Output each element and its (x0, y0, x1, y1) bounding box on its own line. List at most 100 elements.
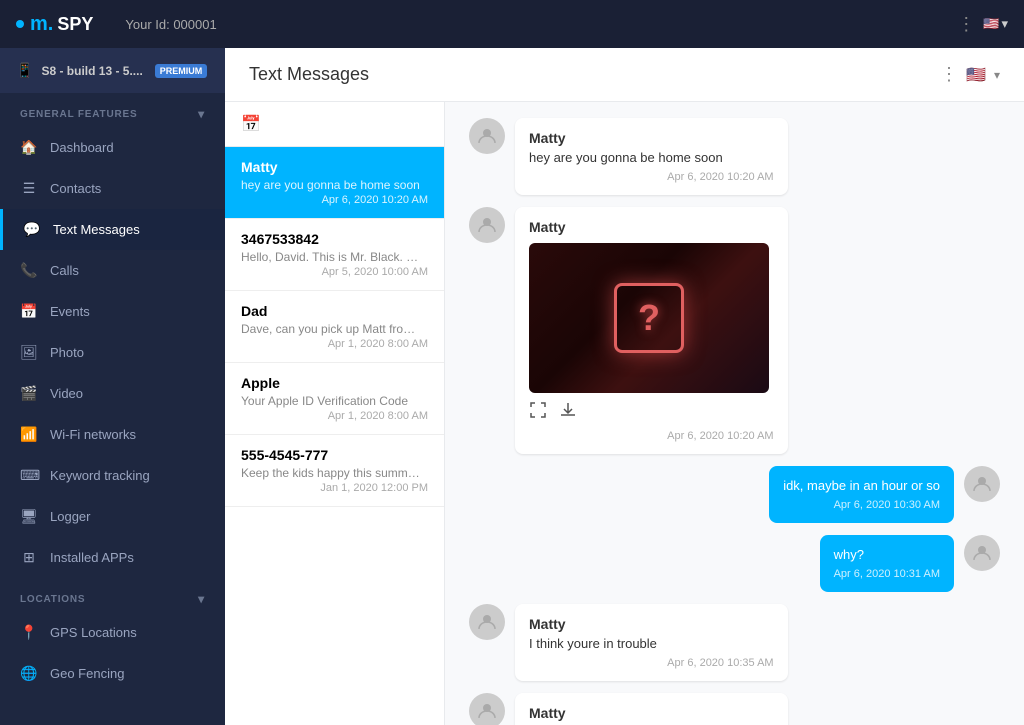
bubble-text: hey are you gonna be home soon (529, 150, 774, 165)
general-section-chevron[interactable]: ▾ (198, 107, 205, 121)
user-id: Your Id: 000001 (125, 17, 216, 32)
bubble-received: Matty hey are you gonna be home soon Apr… (515, 118, 788, 195)
conv-time: Apr 5, 2020 10:00 AM (241, 266, 428, 278)
chat-view: Matty hey are you gonna be home soon Apr… (445, 102, 1024, 725)
general-section-header: GENERAL FEATURES ▾ (0, 93, 225, 127)
sidebar-item-label: Calls (50, 263, 79, 278)
conv-time: Apr 1, 2020 8:00 AM (241, 410, 428, 422)
sidebar-item-video[interactable]: 🎬 Video (0, 373, 225, 414)
sidebar-item-label: Contacts (50, 181, 101, 196)
logo-spy: SPY (57, 14, 93, 35)
sidebar-item-calls[interactable]: 📞 Calls (0, 250, 225, 291)
sidebar-item-label: Video (50, 386, 83, 401)
conv-preview: Your Apple ID Verification Code (241, 394, 421, 408)
expand-image-button[interactable] (529, 401, 547, 424)
bubble-text: idk, maybe in an hour or so (783, 478, 940, 493)
sidebar-item-label: Geo Fencing (50, 666, 124, 681)
conv-name: 555-4545-777 (241, 447, 428, 463)
bubble-sender: Matty (529, 130, 774, 146)
conv-time: Apr 1, 2020 8:00 AM (241, 338, 428, 350)
locations-section-label: LOCATIONS (20, 594, 85, 605)
conv-name: 3467533842 (241, 231, 428, 247)
language-button[interactable]: 🇺🇸 ▾ (983, 16, 1008, 32)
message-2: Matty ? (469, 207, 788, 454)
main-layout: 📱 S8 - build 13 - 5.... PREMIUM GENERAL … (0, 48, 1024, 725)
content-area: Text Messages ⋮ 🇺🇸 ▾ 📅 Matty hey are you… (225, 48, 1024, 725)
sidebar-item-logger[interactable]: 🖥 Logger (0, 496, 225, 537)
sidebar-item-keyword[interactable]: ⌨ Keyword tracking (0, 455, 225, 496)
conv-item-matty[interactable]: Matty hey are you gonna be home soon Apr… (225, 147, 444, 219)
page-options-button[interactable]: ⋮ (940, 64, 958, 85)
sidebar-item-contacts[interactable]: ☰ Contacts (0, 168, 225, 209)
bubble-received: Matty I think youre in trouble Apr 6, 20… (515, 604, 788, 681)
question-mark-icon: ? (638, 297, 660, 339)
avatar (469, 693, 505, 725)
sidebar: 📱 S8 - build 13 - 5.... PREMIUM GENERAL … (0, 48, 225, 725)
messages-layout: 📅 Matty hey are you gonna be home soon A… (225, 102, 1024, 725)
image-actions (529, 401, 774, 424)
bubble-time: Apr 6, 2020 10:30 AM (783, 499, 940, 511)
contacts-icon: ☰ (20, 180, 38, 197)
bubble-time: Apr 6, 2020 10:20 AM (529, 171, 774, 183)
conv-time: Apr 6, 2020 10:20 AM (241, 194, 428, 206)
sidebar-item-label: Installed APPs (50, 550, 134, 565)
video-icon: 🎬 (20, 385, 38, 402)
logo: m. SPY (16, 13, 93, 36)
bubble-time: Apr 6, 2020 10:20 AM (529, 430, 774, 442)
sidebar-item-label: Text Messages (53, 222, 140, 237)
top-header: m. SPY Your Id: 000001 ⋮ 🇺🇸 ▾ (0, 0, 1024, 48)
logger-icon: 🖥 (20, 508, 38, 525)
sidebar-item-label: Photo (50, 345, 84, 360)
chevron-down-icon-header: ▾ (994, 68, 1000, 82)
keyword-icon: ⌨ (20, 467, 38, 484)
header-actions: ⋮ 🇺🇸 ▾ (957, 14, 1008, 35)
bubble-text: why? (834, 547, 940, 562)
device-icon: 📱 (16, 62, 33, 79)
bubble-time: Apr 6, 2020 10:35 AM (529, 657, 774, 669)
logo-dot (16, 20, 24, 28)
conv-item-555[interactable]: 555-4545-777 Keep the kids happy this su… (225, 435, 444, 507)
message-3: idk, maybe in an hour or so Apr 6, 2020 … (769, 466, 1000, 523)
sidebar-item-text-messages[interactable]: 💬 Text Messages (0, 209, 225, 250)
more-options-icon[interactable]: ⋮ (957, 14, 975, 35)
conv-item-dad[interactable]: Dad Dave, can you pick up Matt from scho… (225, 291, 444, 363)
sidebar-item-gps[interactable]: 📍 GPS Locations (0, 612, 225, 653)
device-name: S8 - build 13 - 5.... (41, 64, 142, 78)
sidebar-item-label: Dashboard (50, 140, 114, 155)
bubble-sent: why? Apr 6, 2020 10:31 AM (820, 535, 954, 592)
question-mark-box: ? (614, 283, 684, 353)
page-header: Text Messages ⋮ 🇺🇸 ▾ (225, 48, 1024, 102)
page-title: Text Messages (249, 64, 369, 85)
conv-preview: Keep the kids happy this summer with ... (241, 466, 421, 480)
photo-icon: 🖼 (20, 344, 38, 361)
conv-item-3467533842[interactable]: 3467533842 Hello, David. This is Mr. Bla… (225, 219, 444, 291)
avatar (469, 118, 505, 154)
calendar-icon[interactable]: 📅 (241, 116, 261, 133)
avatar (469, 604, 505, 640)
conv-preview: Dave, can you pick up Matt from schoo... (241, 322, 421, 336)
sidebar-item-geo[interactable]: 🌐 Geo Fencing (0, 653, 225, 694)
bubble-sender: Matty (529, 219, 774, 235)
gps-icon: 📍 (20, 624, 38, 641)
geo-icon: 🌐 (20, 665, 38, 682)
conv-time: Jan 1, 2020 12:00 PM (241, 482, 428, 494)
flag-icon: 🇺🇸 (983, 16, 999, 32)
sidebar-item-events[interactable]: 📅 Events (0, 291, 225, 332)
logo-m: m. (30, 13, 53, 36)
apps-icon: ⊞ (20, 549, 38, 566)
sidebar-item-apps[interactable]: ⊞ Installed APPs (0, 537, 225, 578)
device-bar: 📱 S8 - build 13 - 5.... PREMIUM (0, 48, 225, 93)
locations-section-chevron[interactable]: ▾ (198, 592, 205, 606)
sidebar-item-photo[interactable]: 🖼 Photo (0, 332, 225, 373)
download-image-button[interactable] (559, 401, 577, 424)
bubble-received-partial: Matty (515, 693, 788, 725)
avatar-sent (964, 466, 1000, 502)
message-image: ? (529, 243, 769, 393)
conv-item-apple[interactable]: Apple Your Apple ID Verification Code Ap… (225, 363, 444, 435)
chevron-down-icon: ▾ (1001, 16, 1008, 32)
sidebar-item-dashboard[interactable]: 🏠 Dashboard (0, 127, 225, 168)
sidebar-item-wifi[interactable]: 📶 Wi-Fi networks (0, 414, 225, 455)
calls-icon: 📞 (20, 262, 38, 279)
sidebar-item-label: GPS Locations (50, 625, 137, 640)
page-header-actions: ⋮ 🇺🇸 ▾ (940, 64, 1000, 85)
